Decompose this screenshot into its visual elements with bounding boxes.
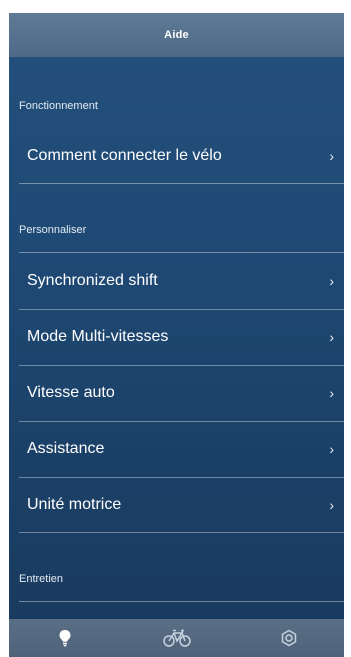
page-title: Aide xyxy=(164,29,189,41)
bicycle-icon xyxy=(162,629,191,647)
chevron-right-icon: › xyxy=(329,148,334,164)
chevron-right-icon: › xyxy=(329,329,334,345)
help-screen: Aide Fonctionnement Comment connecter le… xyxy=(9,13,344,657)
list-item-label: Vitesse auto xyxy=(27,384,115,401)
gear-icon xyxy=(281,629,296,647)
tab-settings[interactable] xyxy=(233,619,344,657)
section-label-fonctionnement: Fonctionnement xyxy=(19,100,98,112)
list-item-label: Unité motrice xyxy=(27,496,122,513)
list-item-label: Assistance xyxy=(27,440,105,457)
divider xyxy=(19,183,344,184)
chevron-right-icon: › xyxy=(329,441,334,457)
divider xyxy=(19,601,344,602)
section-label-entretien: Entretien xyxy=(19,573,64,585)
list-item-auto-speed[interactable]: Vitesse auto › xyxy=(19,365,344,421)
tab-bar xyxy=(9,619,344,657)
divider xyxy=(19,532,344,533)
chevron-right-icon: › xyxy=(329,497,334,513)
list-item-drive-unit[interactable]: Unité motrice › xyxy=(19,477,344,533)
list-item-label: Mode Multi-vitesses xyxy=(27,328,169,345)
chevron-right-icon: › xyxy=(329,273,334,289)
chevron-right-icon: › xyxy=(329,385,334,401)
list-item-connect-bike[interactable]: Comment connecter le vélo › xyxy=(19,128,344,184)
tab-bike[interactable] xyxy=(121,619,232,657)
tab-help[interactable] xyxy=(9,619,120,657)
lightbulb-icon xyxy=(59,630,70,647)
list-item-label: Synchronized shift xyxy=(27,272,158,289)
list-item-multi-speed-mode[interactable]: Mode Multi-vitesses › xyxy=(19,309,344,365)
section-label-personnaliser: Personnaliser xyxy=(19,224,87,236)
list-item-label: Comment connecter le vélo xyxy=(27,147,222,164)
header-bar: Aide xyxy=(9,13,344,57)
list-item-assistance[interactable]: Assistance › xyxy=(19,421,344,477)
list-item-synchronized-shift[interactable]: Synchronized shift › xyxy=(19,253,344,309)
